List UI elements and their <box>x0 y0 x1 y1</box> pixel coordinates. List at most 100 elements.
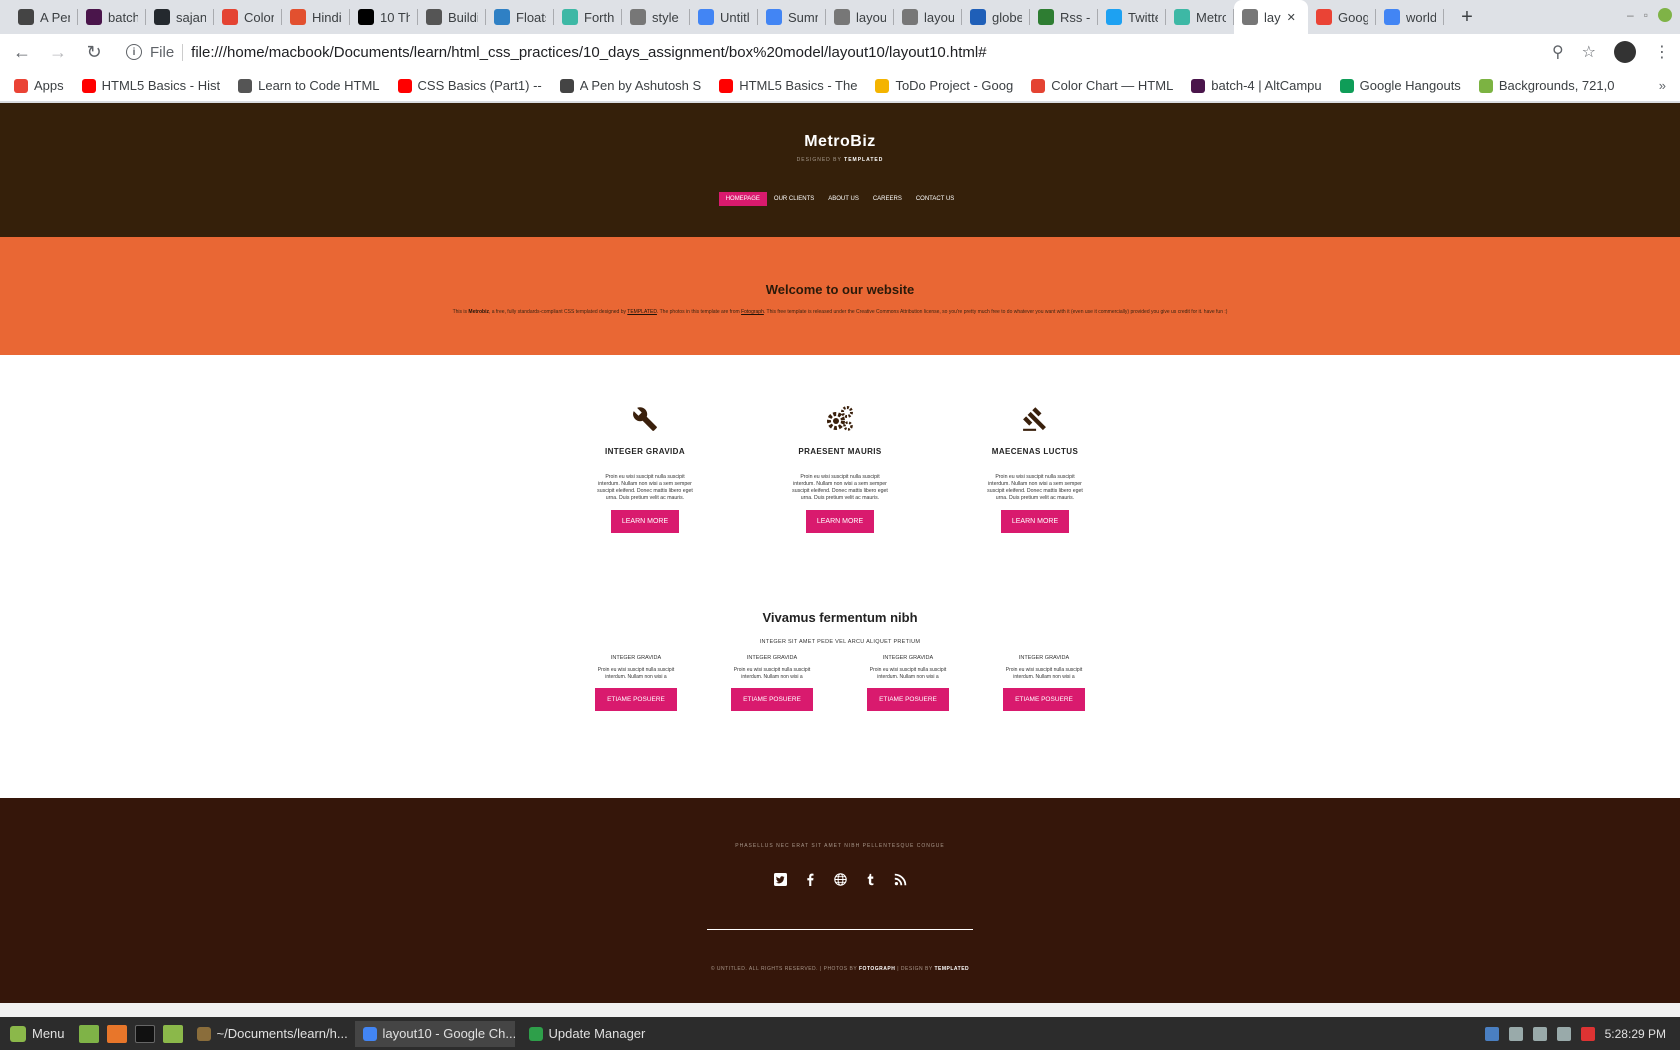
shield-icon[interactable] <box>1484 1026 1499 1041</box>
copy-templated-link[interactable]: TEMPLATED <box>934 966 969 972</box>
minimize-icon[interactable]: – <box>1627 8 1634 22</box>
learn-more-button[interactable]: LEARN MORE <box>610 510 680 534</box>
vivamus-column: INTEGER GRAVIDA Proin eu wisi suscipit nu… <box>729 655 816 711</box>
etiame-posuere-button[interactable]: ETIAME POSUERE <box>867 688 949 711</box>
close-tab-icon[interactable]: ✕ <box>1287 11 1296 24</box>
taskbar-window[interactable]: ~/Documents/learn/h... <box>189 1021 349 1047</box>
browser-tab[interactable]: Untitl <box>690 0 758 34</box>
clock[interactable]: 5:28:29 PM <box>1605 1027 1666 1041</box>
info-icon[interactable]: i <box>126 44 142 60</box>
new-tab-icon[interactable]: + <box>1452 6 1482 29</box>
maximize-icon[interactable]: ▫ <box>1644 8 1648 22</box>
battery-icon[interactable] <box>1580 1026 1595 1041</box>
nav-item-careers[interactable]: CAREERS <box>866 192 909 206</box>
etiame-posuere-button[interactable]: ETIAME POSUERE <box>595 688 677 711</box>
twitter-icon[interactable] <box>772 871 788 887</box>
browser-tab[interactable]: Color <box>214 0 282 34</box>
nav-item-our-clients[interactable]: OUR CLIENTS <box>767 192 821 206</box>
browser-tab[interactable]: Summ <box>758 0 826 34</box>
bookmark-icon <box>81 78 96 93</box>
browser-toolbar: ← → ↻ i File file:///home/macbook/Docume… <box>0 34 1680 70</box>
taskbar-window[interactable]: layout10 - Google Ch... <box>354 1020 515 1047</box>
browser-tab[interactable]: Hindi <box>282 0 350 34</box>
browser-tab[interactable]: batch <box>78 0 146 34</box>
twitter-icon <box>1106 9 1122 25</box>
browser-tab[interactable]: world <box>1376 0 1444 34</box>
browser-tab[interactable]: Twitte <box>1098 0 1166 34</box>
system-tray: 5:28:29 PM <box>1484 1026 1680 1041</box>
files-icon[interactable] <box>162 1024 183 1043</box>
learn-more-button[interactable]: LEARN MORE <box>1000 510 1070 534</box>
os-taskbar: Menu ~/Documents/learn/h... layout10 - Go… <box>0 1017 1680 1050</box>
terminal-icon[interactable] <box>134 1024 155 1043</box>
browser-tab[interactable]: Rss - <box>1030 0 1098 34</box>
browser-tab[interactable]: lay ✕ <box>1234 0 1308 34</box>
vivamus-title: Vivamus fermentum nibh <box>762 610 918 625</box>
tagline-brand[interactable]: TEMPLATED <box>844 157 883 163</box>
copy-fotograph-link[interactable]: FOTOGRAPH <box>859 966 895 972</box>
star-icon[interactable]: ☆ <box>1582 42 1596 62</box>
globe-icon[interactable] <box>832 871 848 887</box>
tab-title: Hindi <box>312 9 342 25</box>
show-desktop-icon[interactable] <box>78 1024 99 1043</box>
bluetooth-icon[interactable] <box>1508 1026 1523 1041</box>
learn-more-button[interactable]: LEARN MORE <box>805 510 875 534</box>
bookmark-item[interactable]: Color Chart — HTML <box>1031 78 1173 93</box>
nav-item-homepage[interactable]: HOMEPAGE <box>718 192 767 206</box>
browser-tab[interactable]: layou <box>826 0 894 34</box>
browser-tab[interactable]: sajan <box>146 0 214 34</box>
kebab-menu-icon[interactable]: ⋮ <box>1654 42 1670 62</box>
browser-tab[interactable]: layou <box>894 0 962 34</box>
templated-icon <box>562 9 578 25</box>
browser-tab[interactable]: 10 Th <box>350 0 418 34</box>
browser-tab[interactable]: Floats <box>486 0 554 34</box>
fotograph-link[interactable]: Fotograph <box>741 309 764 315</box>
menu-label: Menu <box>32 1026 65 1041</box>
address-url[interactable]: file:///home/macbook/Documents/learn/htm… <box>191 44 986 61</box>
firefox-icon[interactable] <box>106 1024 127 1043</box>
reload-icon[interactable]: ↻ <box>82 42 106 63</box>
bookmark-item[interactable]: A Pen by Ashutosh S <box>559 78 701 93</box>
etiame-posuere-button[interactable]: ETIAME POSUERE <box>1003 688 1085 711</box>
templated-link[interactable]: TEMPLATED <box>627 309 657 315</box>
avatar[interactable] <box>1614 41 1636 63</box>
vivamus-section: Vivamus fermentum nibh INTEGER SIT AMET … <box>0 610 1680 748</box>
forward-icon[interactable]: → <box>46 42 70 63</box>
bookmark-item[interactable]: Backgrounds, 721,0 <box>1478 78 1614 93</box>
browser-tab[interactable]: Buildi <box>418 0 486 34</box>
nav-item-contact-us[interactable]: CONTACT US <box>909 192 961 206</box>
bookmark-item[interactable]: Google Hangouts <box>1339 78 1461 93</box>
close-window-icon[interactable] <box>1658 8 1672 22</box>
user-icon[interactable] <box>1532 1026 1547 1041</box>
copy-text: © UNTITLED. ALL RIGHTS RESERVED. | PHOTO… <box>710 966 859 972</box>
window-icon <box>362 1026 377 1041</box>
bookmark-item[interactable]: CSS Basics (Part1) -- <box>397 78 542 93</box>
facebook-icon[interactable] <box>802 871 818 887</box>
browser-tab[interactable]: style <box>622 0 690 34</box>
browser-tab[interactable]: Forthi <box>554 0 622 34</box>
wifi-icon[interactable] <box>1556 1026 1571 1041</box>
browser-tab[interactable]: globe <box>962 0 1030 34</box>
tab-title: 10 Th <box>380 9 410 25</box>
zoom-icon[interactable]: ⚲ <box>1552 42 1564 62</box>
rss-icon[interactable] <box>892 871 908 887</box>
address-bar[interactable]: i File file:///home/macbook/Documents/le… <box>118 38 1540 66</box>
bookmark-item[interactable]: ToDo Project - Goog <box>875 78 1013 93</box>
feature-title: INTEGER GRAVIDA <box>604 447 686 456</box>
browser-tab[interactable]: Goog <box>1308 0 1376 34</box>
browser-tab[interactable]: A Pen <box>10 0 78 34</box>
tumblr-icon[interactable] <box>862 871 878 887</box>
site-logo[interactable]: MetroBiz <box>0 133 1680 151</box>
taskbar-window[interactable]: Update Manager <box>521 1021 681 1047</box>
browser-tab[interactable]: Metro <box>1166 0 1234 34</box>
bookmark-item[interactable]: Learn to Code HTML <box>238 78 380 93</box>
bookmark-item[interactable]: batch-4 | AltCampu <box>1191 78 1322 93</box>
etiame-posuere-button[interactable]: ETIAME POSUERE <box>731 688 813 711</box>
bookmark-item[interactable]: Apps <box>14 78 64 93</box>
back-icon[interactable]: ← <box>10 42 34 63</box>
bookmark-item[interactable]: HTML5 Basics - The <box>719 78 857 93</box>
bookmarks-more-icon[interactable]: » <box>1659 78 1666 93</box>
start-menu-button[interactable]: Menu <box>0 1025 75 1042</box>
nav-item-about-us[interactable]: ABOUT US <box>821 192 866 206</box>
bookmark-item[interactable]: HTML5 Basics - Hist <box>81 78 220 93</box>
